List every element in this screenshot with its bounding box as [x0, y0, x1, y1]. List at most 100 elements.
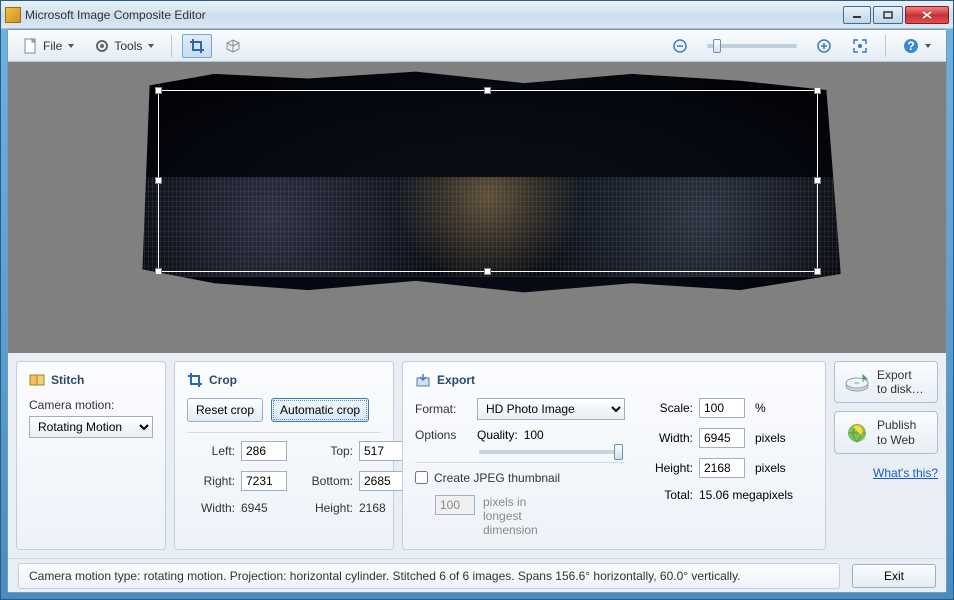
zoom-in-icon	[816, 38, 832, 54]
left-label: Left:	[187, 444, 235, 458]
publish-icon	[843, 421, 871, 445]
export-width-input[interactable]	[699, 428, 745, 448]
help-menu[interactable]: ?	[896, 34, 938, 58]
format-select[interactable]: HD Photo Image	[477, 398, 625, 420]
panorama-image	[128, 177, 848, 277]
quality-slider[interactable]	[479, 450, 623, 454]
top-input[interactable]	[359, 441, 405, 461]
svg-text:?: ?	[907, 39, 914, 53]
jpeg-thumb-label: Create JPEG thumbnail	[434, 471, 560, 485]
export-height-input[interactable]	[699, 458, 745, 478]
camera-motion-label: Camera motion:	[29, 398, 153, 412]
gear-icon	[94, 38, 110, 54]
crop-width-value: 6945	[241, 501, 291, 515]
crop-panel: Crop Reset crop Automatic crop Left: Top…	[174, 361, 394, 551]
export-icon	[415, 372, 431, 388]
exit-button[interactable]: Exit	[852, 564, 936, 588]
side-column: Exportto disk… Publishto Web What's this…	[834, 361, 938, 551]
maximize-button[interactable]	[873, 6, 903, 24]
quality-label: Quality:	[477, 428, 518, 442]
whats-this-link[interactable]: What's this?	[834, 466, 938, 480]
total-value: 15.06 megapixels	[699, 488, 813, 502]
crop-icon	[189, 38, 205, 54]
fit-button[interactable]	[845, 34, 875, 58]
export-height-label: Height:	[643, 461, 693, 475]
stitch-panel: Stitch Camera motion: Rotating Motion	[16, 361, 166, 551]
panels-row: Stitch Camera motion: Rotating Motion Cr…	[8, 353, 946, 559]
right-input[interactable]	[241, 471, 287, 491]
tools-label: Tools	[114, 39, 142, 53]
export-disk-line1: Export	[877, 368, 912, 382]
file-menu[interactable]: File	[16, 34, 81, 58]
total-label: Total:	[643, 488, 693, 502]
export-width-label: Width:	[643, 431, 693, 445]
file-label: File	[43, 39, 62, 53]
publish-line1: Publish	[877, 418, 916, 432]
zoom-out-button[interactable]	[665, 34, 695, 58]
jpeg-thumb-checkbox[interactable]: Create JPEG thumbnail	[415, 471, 560, 485]
scale-label: Scale:	[643, 401, 693, 415]
status-bar: Camera motion type: rotating motion. Pro…	[8, 558, 946, 592]
cube-icon	[225, 38, 241, 54]
panorama-preview	[158, 72, 818, 292]
reset-crop-button[interactable]: Reset crop	[187, 398, 263, 422]
crop-tool-button[interactable]	[182, 34, 212, 58]
canvas-area[interactable]	[8, 62, 946, 353]
crop-title-text: Crop	[209, 373, 237, 387]
separator	[885, 35, 886, 57]
window-title: Microsoft Image Composite Editor	[25, 8, 841, 22]
zoom-in-button[interactable]	[809, 34, 839, 58]
slider-thumb[interactable]	[614, 444, 623, 460]
options-label: Options	[415, 428, 471, 442]
caret-icon	[148, 44, 154, 48]
slider-thumb[interactable]	[713, 39, 721, 53]
jpeg-thumb-check[interactable]	[415, 471, 428, 484]
crop-title: Crop	[187, 372, 381, 388]
quality-value: 100	[524, 428, 544, 442]
crop-icon	[187, 372, 203, 388]
export-to-disk-button[interactable]: Exportto disk…	[834, 361, 938, 404]
app-icon	[5, 7, 21, 23]
divider	[415, 462, 625, 463]
thumb-size-input	[435, 495, 475, 515]
width-label: Width:	[187, 501, 235, 515]
divider	[187, 432, 381, 433]
export-panel: Export Format: HD Photo Image Options Qu…	[402, 361, 826, 551]
height-label: Height:	[297, 501, 353, 515]
status-message: Camera motion type: rotating motion. Pro…	[18, 563, 840, 589]
caret-icon	[68, 44, 74, 48]
tools-menu[interactable]: Tools	[87, 34, 161, 58]
file-icon	[23, 38, 39, 54]
scale-unit: %	[755, 401, 813, 415]
fit-icon	[852, 38, 868, 54]
stitch-title: Stitch	[29, 372, 153, 388]
close-button[interactable]	[905, 6, 949, 24]
px-unit: pixels	[755, 431, 813, 445]
disk-icon	[843, 370, 871, 394]
window-controls	[841, 6, 949, 24]
bottom-input[interactable]	[359, 471, 405, 491]
format-label: Format:	[415, 402, 471, 416]
caret-icon	[925, 44, 931, 48]
camera-motion-select[interactable]: Rotating Motion	[29, 416, 153, 438]
stitch-icon	[29, 372, 45, 388]
separator	[171, 35, 172, 57]
minimize-button[interactable]	[843, 6, 871, 24]
publish-line2: to Web	[877, 433, 915, 447]
panorama-shape	[128, 67, 848, 297]
zoom-slider[interactable]	[707, 44, 797, 48]
export-title: Export	[415, 372, 813, 388]
automatic-crop-button[interactable]: Automatic crop	[271, 398, 369, 422]
help-icon: ?	[903, 38, 919, 54]
toolbar: File Tools ?	[8, 30, 946, 62]
thumb-desc: pixels in longest dimension	[483, 495, 563, 537]
bottom-label: Bottom:	[297, 474, 353, 488]
scale-input[interactable]	[699, 398, 745, 418]
stitch-title-text: Stitch	[51, 373, 84, 387]
client-area: File Tools ?	[7, 29, 947, 593]
left-input[interactable]	[241, 441, 287, 461]
cube-tool-button[interactable]	[218, 34, 248, 58]
publish-to-web-button[interactable]: Publishto Web	[834, 411, 938, 454]
zoom-out-icon	[672, 38, 688, 54]
right-label: Right:	[187, 474, 235, 488]
